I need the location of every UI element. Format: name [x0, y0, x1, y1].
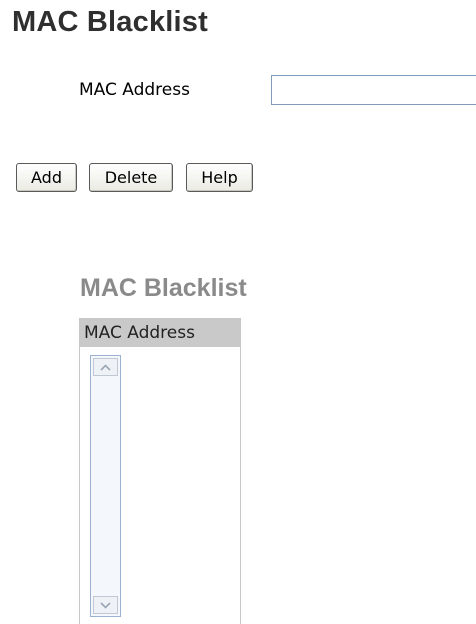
page-title: MAC Blacklist [12, 6, 208, 38]
add-button[interactable]: Add [16, 163, 77, 192]
list-scrollbar[interactable] [90, 355, 121, 617]
scroll-up-button[interactable] [93, 358, 118, 376]
list-column-header: MAC Address [80, 319, 240, 347]
chevron-up-icon [100, 363, 111, 371]
chevron-down-icon [100, 601, 111, 609]
mac-address-label: MAC Address [79, 80, 190, 100]
mac-blacklist-page: MAC Blacklist MAC Address Add Delete Hel… [0, 0, 476, 624]
help-button[interactable]: Help [186, 163, 253, 192]
scroll-down-button[interactable] [93, 596, 118, 614]
blacklist-list[interactable]: MAC Address [79, 318, 241, 624]
blacklist-table-title: MAC Blacklist [80, 274, 247, 302]
mac-address-input[interactable] [271, 75, 476, 105]
delete-button[interactable]: Delete [89, 163, 173, 192]
